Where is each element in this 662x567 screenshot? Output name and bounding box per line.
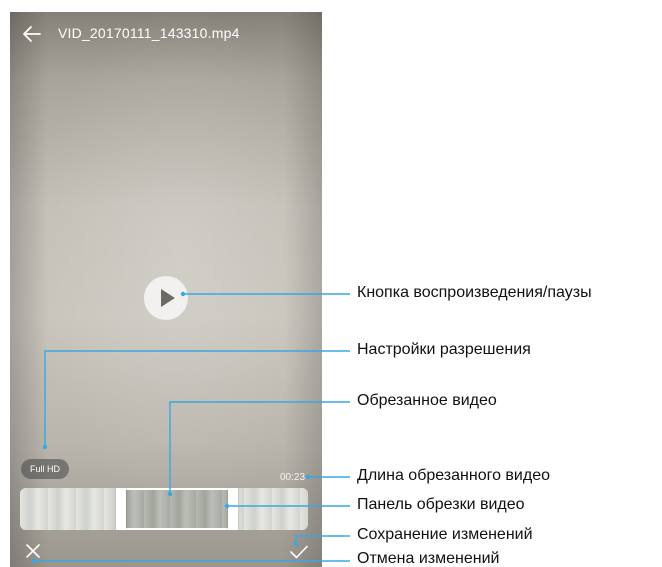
callout-line-trimmed <box>169 401 350 494</box>
callout-line-save <box>295 535 350 544</box>
label-trimmed-length: Длина обрезанного видео <box>357 467 550 484</box>
label-save: Сохранение изменений <box>357 526 533 543</box>
label-trimmed-video: Обрезанное видео <box>357 392 497 409</box>
figure: VID_20170111_143310.mp4 Full HD 00:23 Кн… <box>0 0 662 567</box>
label-play-pause: Кнопка воспроизведения/паузы <box>357 284 592 301</box>
label-cancel: Отмена изменений <box>357 550 500 567</box>
label-trim-panel: Панель обрезки видео <box>357 496 525 513</box>
callout-line-resolution <box>44 350 350 447</box>
label-resolution: Настройки разрешения <box>357 341 531 358</box>
